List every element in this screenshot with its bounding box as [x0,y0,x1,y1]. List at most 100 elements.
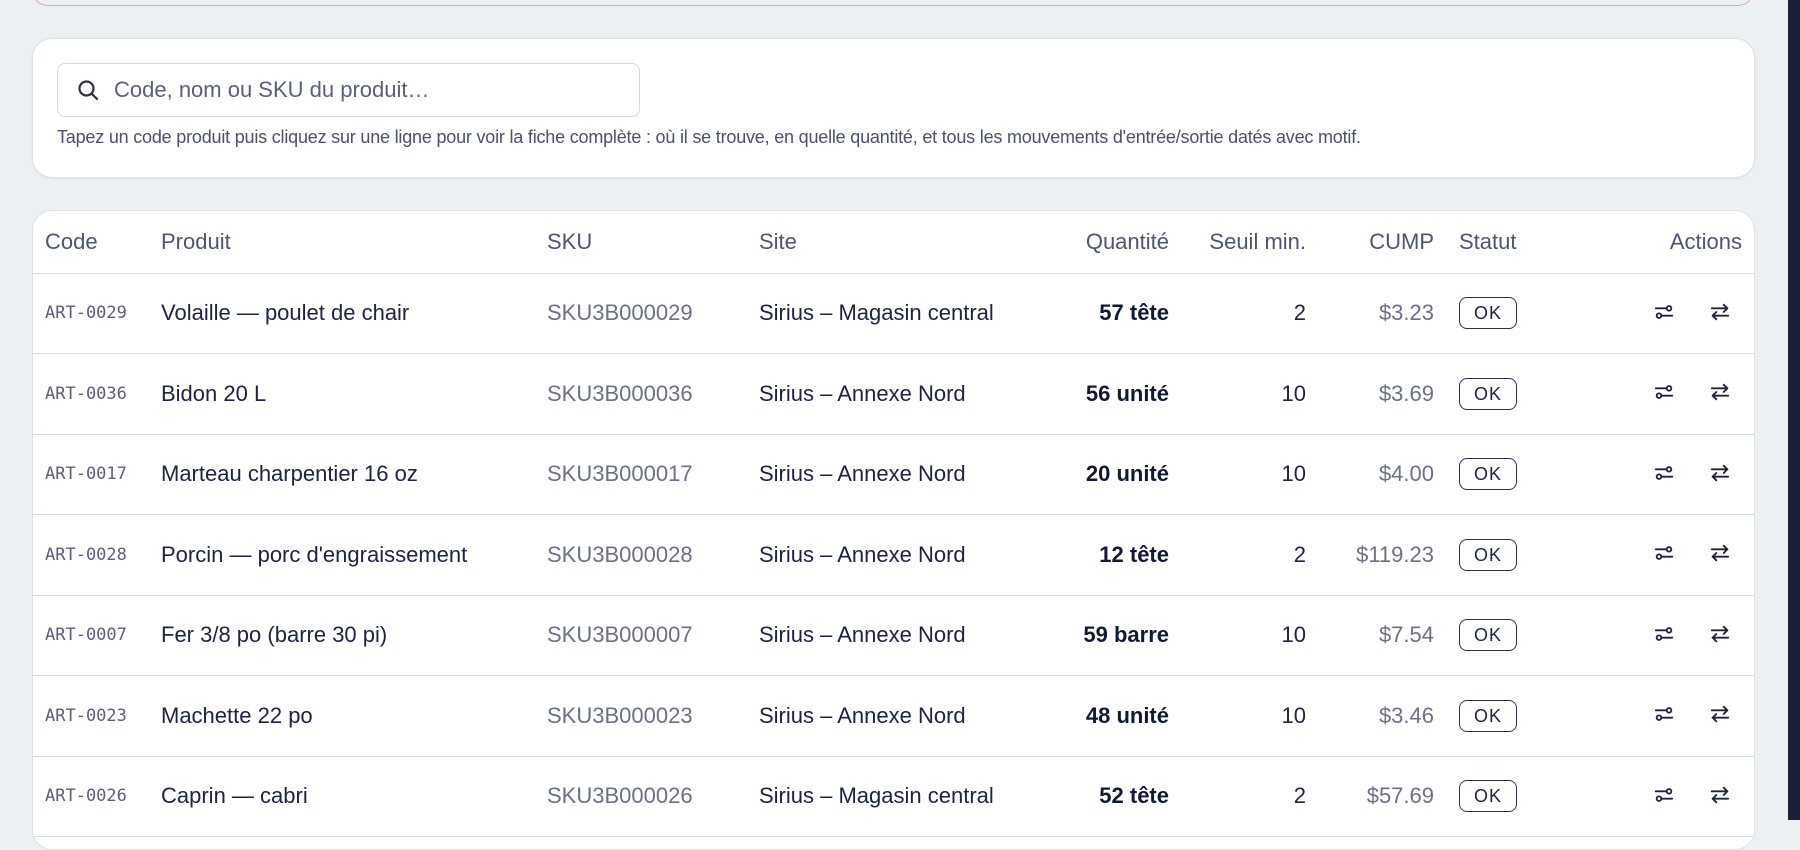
cell-code: ART-0017 [33,434,161,515]
cell-site: Sirius – Magasin central [759,756,1051,837]
header-code[interactable]: Code [33,211,161,274]
search-box[interactable] [57,63,640,117]
table-header-row: Code Produit SKU Site Quantité Seuil min… [33,211,1754,274]
cell-product: Porcin — porc d'engraissement [161,514,547,596]
transfer-icon [1710,384,1730,401]
search-input[interactable] [112,76,582,104]
transfer-button[interactable] [1706,459,1734,487]
cell-site: Sirius – Annexe Nord [759,353,1051,435]
transfer-icon [1710,545,1730,562]
cell-site: Sirius – Annexe Nord [759,675,1051,757]
cell-cump: $3.69 [1306,353,1434,435]
header-quantity[interactable]: Quantité [1051,211,1169,274]
table-row[interactable]: ART-0023 Machette 22 po SKU3B000023 Siri… [33,675,1754,757]
cell-actions [1582,595,1754,676]
header-status[interactable]: Statut [1434,211,1582,274]
cell-cump: $4.00 [1306,434,1434,515]
header-cump[interactable]: CUMP [1306,211,1434,274]
cell-status: OK [1434,353,1582,435]
adjust-stock-button[interactable] [1650,539,1678,567]
search-hint: Tapez un code produit puis cliquez sur u… [57,127,1361,147]
cell-product: Caprin — cabri [161,756,547,837]
stock-table: Code Produit SKU Site Quantité Seuil min… [33,211,1754,837]
transfer-button[interactable] [1706,700,1734,728]
adjust-stock-icon [1654,546,1674,561]
cell-product: Machette 22 po [161,675,547,757]
cell-product: Volaille — poulet de chair [161,273,547,354]
header-actions: Actions [1582,211,1754,274]
transfer-icon [1710,625,1730,642]
cell-code: ART-0007 [33,595,161,676]
status-badge: OK [1459,619,1518,652]
adjust-stock-button[interactable] [1650,459,1678,487]
adjust-stock-button[interactable] [1650,700,1678,728]
cell-cump: $3.46 [1306,675,1434,757]
cell-quantity: 52 tête [1051,756,1169,837]
cell-quantity: 59 barre [1051,595,1169,676]
cell-sku: SKU3B000026 [547,756,759,837]
cell-min-threshold: 2 [1169,273,1306,354]
cell-code: ART-0026 [33,756,161,837]
cell-min-threshold: 10 [1169,434,1306,515]
cell-cump: $119.23 [1306,514,1434,596]
cell-quantity: 20 unité [1051,434,1169,515]
cell-site: Sirius – Annexe Nord [759,595,1051,676]
cell-quantity: 12 tête [1051,514,1169,596]
adjust-stock-button[interactable] [1650,298,1678,326]
cell-actions [1582,675,1754,757]
cell-cump: $7.54 [1306,595,1434,676]
adjust-stock-button[interactable] [1650,781,1678,809]
status-badge: OK [1459,780,1518,813]
header-min-threshold[interactable]: Seuil min. [1169,211,1306,274]
cell-quantity: 56 unité [1051,353,1169,435]
cell-min-threshold: 10 [1169,675,1306,757]
table-row[interactable]: ART-0029 Volaille — poulet de chair SKU3… [33,273,1754,354]
right-rail [1788,0,1800,820]
header-product[interactable]: Produit [161,211,547,274]
cell-site: Sirius – Annexe Nord [759,514,1051,596]
table-row[interactable]: ART-0017 Marteau charpentier 16 oz SKU3B… [33,434,1754,515]
cell-sku: SKU3B000028 [547,514,759,596]
cell-min-threshold: 10 [1169,595,1306,676]
cell-quantity: 57 tête [1051,273,1169,354]
cell-cump: $3.23 [1306,273,1434,354]
transfer-button[interactable] [1706,781,1734,809]
transfer-button[interactable] [1706,298,1734,326]
cell-product: Bidon 20 L [161,353,547,435]
cell-status: OK [1434,434,1582,515]
status-badge: OK [1459,538,1518,571]
transfer-button[interactable] [1706,539,1734,567]
table-row[interactable]: ART-0028 Porcin — porc d'engraissement S… [33,514,1754,596]
search-card: Tapez un code produit puis cliquez sur u… [32,38,1755,178]
table-row[interactable]: ART-0036 Bidon 20 L SKU3B000036 Sirius –… [33,353,1754,435]
transfer-icon [1710,786,1730,803]
transfer-icon [1710,303,1730,320]
cell-code: ART-0029 [33,273,161,354]
cell-sku: SKU3B000036 [547,353,759,435]
cell-site: Sirius – Annexe Nord [759,434,1051,515]
transfer-icon [1710,706,1730,723]
cell-actions [1582,273,1754,354]
cell-sku: SKU3B000023 [547,675,759,757]
adjust-stock-button[interactable] [1650,620,1678,648]
cell-quantity: 48 unité [1051,675,1169,757]
cell-status: OK [1434,514,1582,596]
adjust-stock-button[interactable] [1650,378,1678,406]
header-sku[interactable]: SKU [547,211,759,274]
cell-actions [1582,434,1754,515]
cell-min-threshold: 2 [1169,514,1306,596]
adjust-stock-icon [1654,626,1674,641]
adjust-stock-icon [1654,385,1674,400]
search-icon [76,78,100,102]
cell-min-threshold: 2 [1169,756,1306,837]
cell-product: Fer 3/8 po (barre 30 pi) [161,595,547,676]
table-row[interactable]: ART-0007 Fer 3/8 po (barre 30 pi) SKU3B0… [33,595,1754,676]
transfer-button[interactable] [1706,378,1734,406]
stock-table-card: Code Produit SKU Site Quantité Seuil min… [32,210,1755,850]
cell-status: OK [1434,756,1582,837]
transfer-button[interactable] [1706,620,1734,648]
header-site[interactable]: Site [759,211,1051,274]
adjust-stock-icon [1654,707,1674,722]
cell-cump: $57.69 [1306,756,1434,837]
table-row[interactable]: ART-0026 Caprin — cabri SKU3B000026 Siri… [33,756,1754,837]
